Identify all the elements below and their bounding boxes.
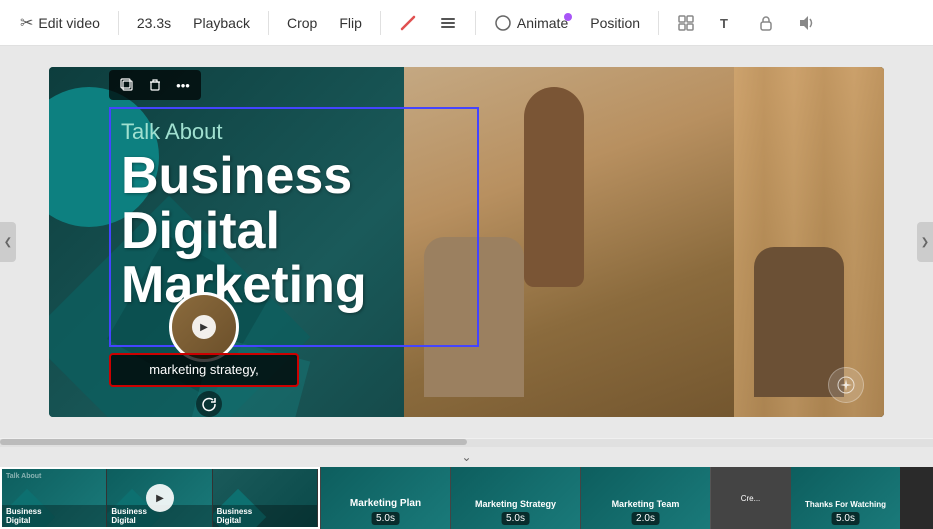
divider-5 xyxy=(658,11,659,35)
flip-label: Flip xyxy=(339,15,362,31)
main-area: ❮ Talk Abo xyxy=(0,46,933,438)
lock-icon xyxy=(757,14,775,32)
rotate-icon xyxy=(201,396,217,412)
animate-dot xyxy=(564,13,572,21)
grid-button[interactable] xyxy=(669,9,703,37)
animate-button[interactable]: Animate xyxy=(486,9,576,37)
slide-1-title: Marketing Plan xyxy=(321,498,450,509)
edit-video-button[interactable]: ✂ Edit video xyxy=(12,8,108,38)
animate-icon xyxy=(494,14,512,32)
chevron-down-icon: ⌄ xyxy=(461,450,471,464)
crop-label: Crop xyxy=(287,15,317,31)
slide-4-title: Cre... xyxy=(741,494,761,503)
slide-3-title: Marketing Team xyxy=(581,499,710,509)
text-format-icon: T xyxy=(717,14,735,32)
text-format-button[interactable]: T xyxy=(709,9,743,37)
divider-2 xyxy=(268,11,269,35)
text-block[interactable]: Talk About BusinessDigitalMarketing xyxy=(109,107,479,347)
flip-button[interactable]: Flip xyxy=(331,10,370,36)
delete-btn[interactable] xyxy=(143,73,167,97)
lines-icon-btn[interactable] xyxy=(431,9,465,37)
slide-3-duration: 2.0s xyxy=(631,512,660,525)
chevron-right-icon: ❯ xyxy=(921,237,929,248)
filmstrip-thumb-3: Marketing Team 2.0s xyxy=(581,467,710,529)
toolbar: ✂ Edit video 23.3s Playback Crop Flip An… xyxy=(0,0,933,46)
frame-0-0: Talk About BusinessDigital xyxy=(2,469,107,527)
playback-label: Playback xyxy=(193,15,250,31)
frame-0-2: BusinessDigital xyxy=(213,469,318,527)
magic-button[interactable] xyxy=(828,367,864,403)
slide-2-duration: 5.0s xyxy=(501,512,530,525)
filmstrip-item-0[interactable]: Talk About BusinessDigital BusinessDigit… xyxy=(0,467,320,529)
scrollbar-track xyxy=(0,439,933,445)
divider-1 xyxy=(118,11,119,35)
text-block-toolbar: ••• xyxy=(109,70,201,100)
duplicate-icon xyxy=(119,77,135,93)
left-panel-toggle[interactable]: ❮ xyxy=(0,222,16,262)
lines-icon xyxy=(439,14,457,32)
scrollbar-area[interactable] xyxy=(0,439,933,447)
filmstrip-item-2[interactable]: Marketing Strategy 5.0s xyxy=(450,467,580,529)
duration-display[interactable]: 23.3s xyxy=(129,10,179,36)
caption-box[interactable]: marketing strategy, xyxy=(109,353,299,387)
position-button[interactable]: Position xyxy=(582,10,648,36)
filmstrip-item-4[interactable]: Cre... xyxy=(710,467,790,529)
draw-icon-btn[interactable] xyxy=(391,9,425,37)
filmstrip-thumb-5: Thanks For Watching 5.0s xyxy=(791,467,900,529)
position-label: Position xyxy=(590,15,640,31)
svg-text:T: T xyxy=(720,16,728,31)
grid-icon xyxy=(677,14,695,32)
duplicate-btn[interactable] xyxy=(115,73,139,97)
avatar-circle: ▶ xyxy=(169,292,239,362)
slide-1-duration: 5.0s xyxy=(371,512,400,525)
talk-about-text: Talk About xyxy=(121,119,467,145)
crop-button[interactable]: Crop xyxy=(279,10,325,36)
slide-2-title: Marketing Strategy xyxy=(451,499,580,509)
timeline: Talk About BusinessDigital BusinessDigit… xyxy=(0,467,933,529)
filmstrip-play-btn-0[interactable]: ▶ xyxy=(146,484,174,512)
avatar-container[interactable]: ▶ xyxy=(169,292,239,362)
lock-button[interactable] xyxy=(749,9,783,37)
filmstrip-thumb-1: Marketing Plan 5.0s xyxy=(321,467,450,529)
animate-label: Animate xyxy=(517,15,568,31)
canvas[interactable]: Talk About BusinessDigitalMarketing xyxy=(49,67,884,417)
filmstrip-thumb-2: Marketing Strategy 5.0s xyxy=(451,467,580,529)
scissors-icon: ✂ xyxy=(20,13,33,33)
volume-button[interactable] xyxy=(789,9,823,37)
scrollbar-thumb[interactable] xyxy=(0,439,467,445)
rotate-handle[interactable] xyxy=(196,391,222,417)
chevron-left-icon: ❮ xyxy=(4,237,12,248)
delete-icon xyxy=(148,78,162,92)
filmstrip-item-5[interactable]: Thanks For Watching 5.0s xyxy=(790,467,900,529)
divider-3 xyxy=(380,11,381,35)
main-title-text: BusinessDigitalMarketing xyxy=(121,149,467,313)
slide-5-title: Thanks For Watching xyxy=(795,500,896,509)
edit-video-label: Edit video xyxy=(38,15,99,31)
more-options-btn[interactable]: ••• xyxy=(171,73,195,97)
caption-text: marketing strategy, xyxy=(149,362,259,377)
slide-5-duration: 5.0s xyxy=(831,512,860,525)
avatar-play-btn[interactable]: ▶ xyxy=(192,315,216,339)
magic-icon xyxy=(836,375,856,395)
playback-button[interactable]: Playback xyxy=(185,10,258,36)
filmstrip-item-3[interactable]: Marketing Team 2.0s xyxy=(580,467,710,529)
person-standing xyxy=(524,87,584,287)
collapse-row[interactable]: ⌄ xyxy=(0,447,933,467)
filmstrip-item-1[interactable]: Marketing Plan 5.0s xyxy=(320,467,450,529)
right-panel-toggle[interactable]: ❯ xyxy=(917,222,933,262)
pen-icon xyxy=(399,14,417,32)
canvas-wrapper: Talk About BusinessDigitalMarketing xyxy=(0,46,933,438)
divider-4 xyxy=(475,11,476,35)
volume-icon xyxy=(797,14,815,32)
filmstrip-thumb-4: Cre... xyxy=(711,467,790,529)
duration-value: 23.3s xyxy=(137,15,171,31)
